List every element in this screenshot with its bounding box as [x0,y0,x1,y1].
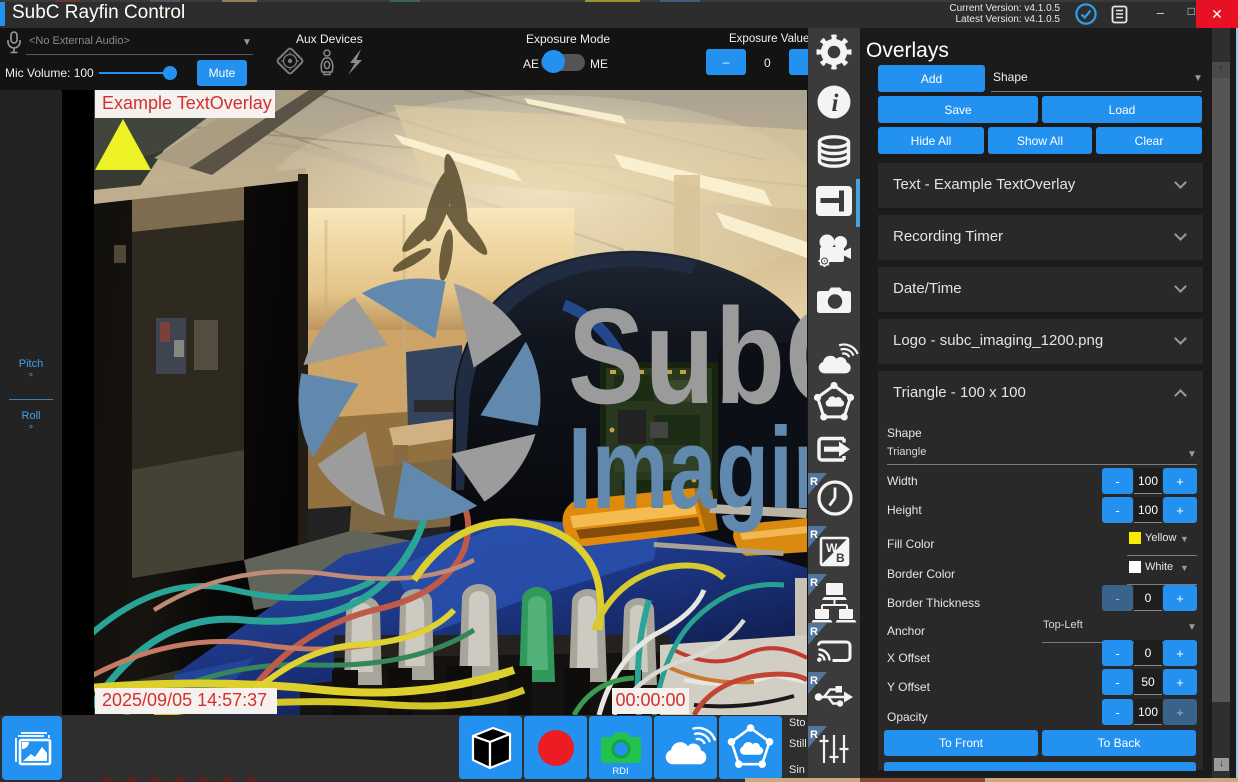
svg-text:B: B [836,551,845,565]
svg-text:Imaging: Imaging [568,403,807,533]
svg-text:R: R [810,476,818,488]
svg-text:R: R [810,729,818,741]
svg-text:R: R [810,626,818,638]
svg-text:R: R [810,675,818,687]
svg-text:i: i [832,90,839,117]
svg-text:R: R [810,577,818,589]
svg-text:RDI: RDI [612,766,628,777]
svg-text:R: R [810,529,818,541]
